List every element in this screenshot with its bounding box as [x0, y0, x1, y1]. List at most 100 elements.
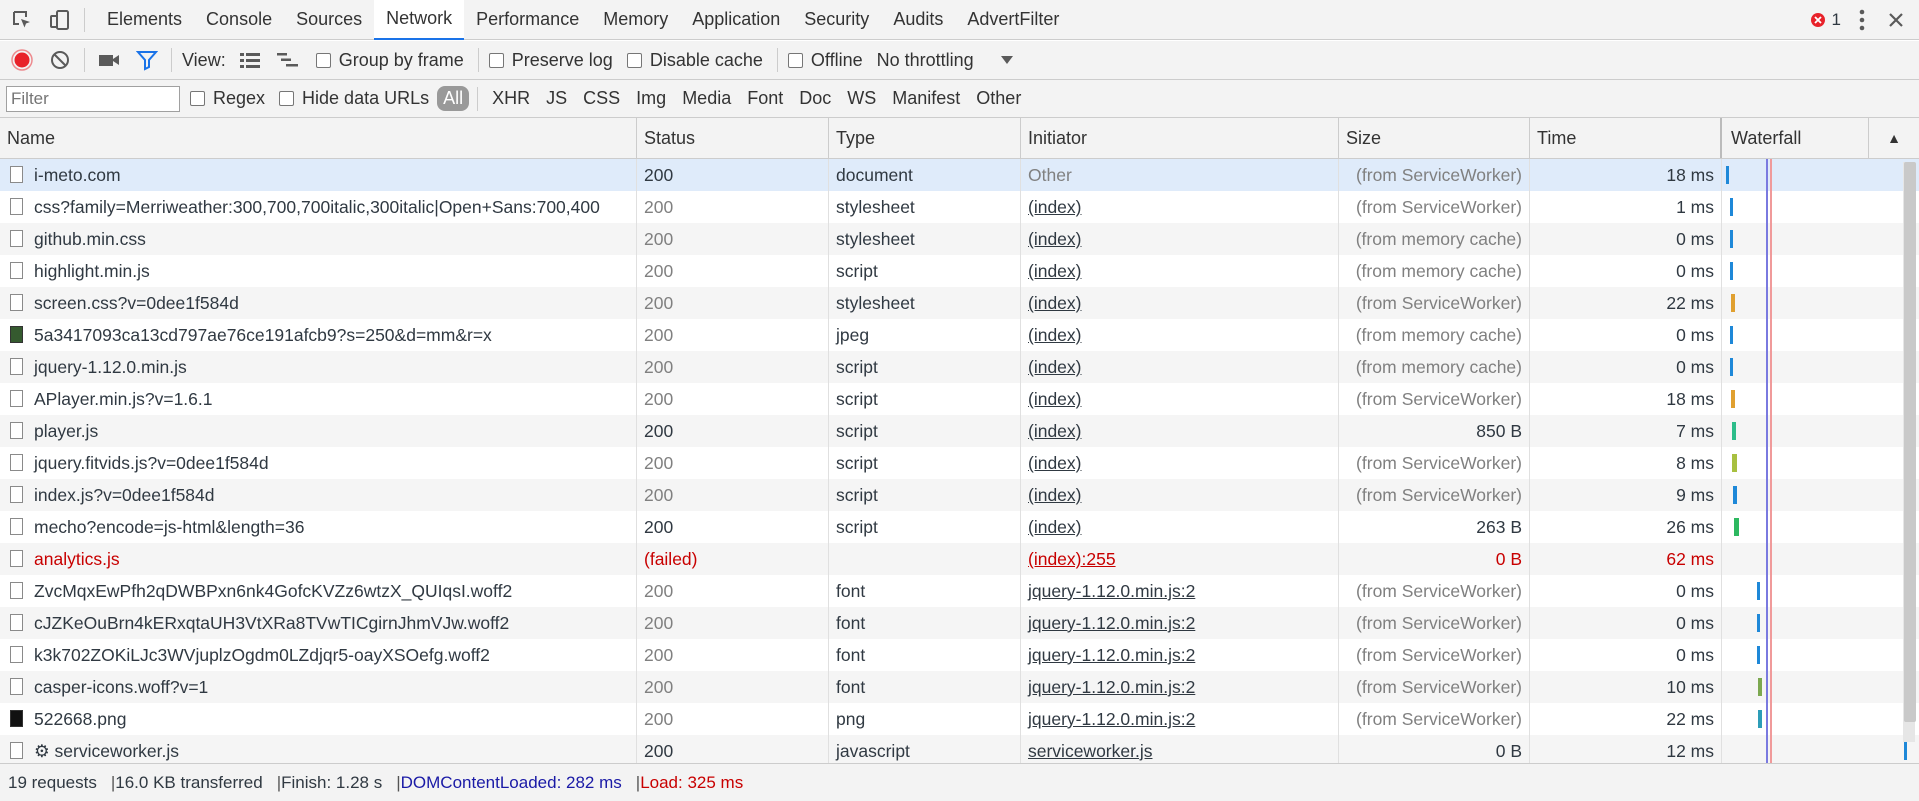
group-by-frame-checkbox[interactable]: Group by frame: [315, 50, 464, 71]
waterfall-bar[interactable]: [1904, 742, 1907, 760]
screenshot-camera-icon[interactable]: [95, 46, 123, 74]
type-filter-js[interactable]: JS: [540, 86, 573, 111]
waterfall-bar[interactable]: [1758, 678, 1762, 696]
tab-console[interactable]: Console: [194, 0, 284, 40]
checkbox[interactable]: [787, 52, 803, 68]
type-filter-xhr[interactable]: XHR: [486, 86, 536, 111]
initiator-link[interactable]: (index): [1028, 453, 1082, 473]
type-filter-manifest[interactable]: Manifest: [886, 86, 966, 111]
initiator-link[interactable]: jquery-1.12.0.min.js:2: [1028, 581, 1195, 601]
close-icon[interactable]: [1887, 11, 1905, 29]
tab-elements[interactable]: Elements: [95, 0, 194, 40]
table-row[interactable]: APlayer.min.js?v=1.6.1 200 script (index) (f…: [0, 383, 1919, 415]
table-row[interactable]: jquery.fitvids.js?v=0dee1f584d 200 script (…: [0, 447, 1919, 479]
type-filter-other[interactable]: Other: [970, 86, 1027, 111]
tab-application[interactable]: Application: [680, 0, 792, 40]
throttling-select[interactable]: No throttling: [877, 50, 1014, 71]
table-row[interactable]: 5a3417093ca13cd797ae76ce191afcb9?s=250&d…: [0, 319, 1919, 351]
initiator-link[interactable]: (index): [1028, 421, 1082, 441]
initiator-link[interactable]: (index): [1028, 517, 1082, 537]
checkbox[interactable]: [626, 52, 642, 68]
waterfall-bar[interactable]: [1730, 358, 1733, 376]
table-row[interactable]: highlight.min.js 200 script (index) (from me…: [0, 255, 1919, 287]
table-row[interactable]: css?family=Merriweather:300,700,700itali…: [0, 191, 1919, 223]
preserve-log-checkbox[interactable]: Preserve log: [488, 50, 613, 71]
table-row[interactable]: ZvcMqxEwPfh2qDWBPxn6nk4GofcKVZz6wtzX_QUI…: [0, 575, 1919, 607]
initiator-link[interactable]: (index): [1028, 485, 1082, 505]
type-filter-doc[interactable]: Doc: [793, 86, 837, 111]
column-header-status[interactable]: Status: [637, 118, 829, 158]
clear-icon[interactable]: [46, 46, 74, 74]
checkbox[interactable]: [279, 91, 295, 106]
table-row[interactable]: casper-icons.woff?v=1 200 font jquery-1.12.…: [0, 671, 1919, 703]
column-header-size[interactable]: Size: [1339, 118, 1530, 158]
table-row[interactable]: cJZKeOuBrn4kERxqtaUH3VtXRa8TVwTICgirnJhm…: [0, 607, 1919, 639]
waterfall-bar[interactable]: [1758, 710, 1762, 728]
waterfall-bar[interactable]: [1734, 518, 1739, 536]
initiator-link[interactable]: jquery-1.12.0.min.js:2: [1028, 645, 1195, 665]
initiator-link[interactable]: (index): [1028, 293, 1082, 313]
waterfall-bar[interactable]: [1730, 262, 1733, 280]
error-counter[interactable]: 1: [1810, 10, 1841, 30]
column-header-initiator[interactable]: Initiator: [1021, 118, 1339, 158]
type-filter-css[interactable]: CSS: [577, 86, 626, 111]
column-header-time[interactable]: Time: [1530, 118, 1722, 158]
waterfall-bar[interactable]: [1731, 390, 1735, 408]
initiator-link[interactable]: (index): [1028, 229, 1082, 249]
tab-audits[interactable]: Audits: [881, 0, 955, 40]
initiator-link[interactable]: jquery-1.12.0.min.js:2: [1028, 613, 1195, 633]
waterfall-bar[interactable]: [1757, 582, 1760, 600]
record-icon[interactable]: [8, 46, 36, 74]
more-options-icon[interactable]: [1859, 9, 1865, 31]
table-row[interactable]: i-meto.com 200 document Other (from ServiceW…: [0, 159, 1919, 191]
table-row[interactable]: analytics.js (failed) (index):255 0 B 62 ms: [0, 543, 1919, 575]
waterfall-bar[interactable]: [1726, 166, 1729, 184]
waterfall-bar[interactable]: [1757, 646, 1760, 664]
type-filter-img[interactable]: Img: [630, 86, 672, 111]
column-header-waterfall[interactable]: Waterfall: [1724, 118, 1869, 158]
table-row[interactable]: ⚙ serviceworker.js 200 javascript servicewo…: [0, 735, 1919, 763]
table-row[interactable]: player.js 200 script (index) 850 B7 ms: [0, 415, 1919, 447]
type-filter-font[interactable]: Font: [741, 86, 789, 111]
initiator-link[interactable]: (index): [1028, 197, 1082, 217]
initiator-link[interactable]: (index): [1028, 357, 1082, 377]
initiator-link[interactable]: (index): [1028, 325, 1082, 345]
waterfall-bar[interactable]: [1731, 294, 1735, 312]
tab-network[interactable]: Network: [374, 0, 465, 40]
filter-funnel-icon[interactable]: [133, 46, 161, 74]
type-filter-media[interactable]: Media: [676, 86, 737, 111]
waterfall-bar[interactable]: [1730, 230, 1733, 248]
table-row[interactable]: screen.css?v=0dee1f584d 200 stylesheet (ind…: [0, 287, 1919, 319]
checkbox[interactable]: [190, 91, 205, 106]
tab-security[interactable]: Security: [792, 0, 881, 40]
large-rows-icon[interactable]: [236, 46, 264, 74]
waterfall-bar[interactable]: [1733, 486, 1737, 504]
hide-data-urls-checkbox[interactable]: Hide data URLs: [279, 88, 429, 109]
type-filter-all[interactable]: All: [437, 86, 470, 111]
tab-performance[interactable]: Performance: [464, 0, 591, 40]
waterfall-bar[interactable]: [1730, 198, 1733, 216]
waterfall-bar[interactable]: [1757, 614, 1760, 632]
column-header-name[interactable]: Name: [0, 118, 637, 158]
initiator-link[interactable]: jquery-1.12.0.min.js:2: [1028, 709, 1195, 729]
waterfall-bar[interactable]: [1730, 326, 1733, 344]
checkbox[interactable]: [315, 52, 331, 68]
filter-input[interactable]: [6, 85, 180, 112]
initiator-link[interactable]: (index): [1028, 389, 1082, 409]
tab-memory[interactable]: Memory: [591, 0, 680, 40]
table-row[interactable]: k3k702ZOKiLJc3WVjuplzOgdm0LZdjqr5-oayXSO…: [0, 639, 1919, 671]
tab-sources[interactable]: Sources: [284, 0, 374, 40]
column-header-type[interactable]: Type: [829, 118, 1021, 158]
type-filter-ws[interactable]: WS: [841, 86, 882, 111]
offline-checkbox[interactable]: Offline: [787, 50, 863, 71]
waterfall-bar[interactable]: [1732, 454, 1737, 472]
device-toolbar-icon[interactable]: [46, 6, 74, 34]
waterfall-bar[interactable]: [1732, 422, 1736, 440]
table-row[interactable]: 522668.png 200 png jquery-1.12.0.min.js:2 (f…: [0, 703, 1919, 735]
checkbox[interactable]: [488, 52, 504, 68]
sort-ascending-icon[interactable]: ▲: [1869, 118, 1919, 158]
table-row[interactable]: index.js?v=0dee1f584d 200 script (index) (fr…: [0, 479, 1919, 511]
tab-advertfilter[interactable]: AdvertFilter: [955, 0, 1071, 40]
regex-checkbox[interactable]: Regex: [190, 88, 265, 109]
disable-cache-checkbox[interactable]: Disable cache: [626, 50, 763, 71]
